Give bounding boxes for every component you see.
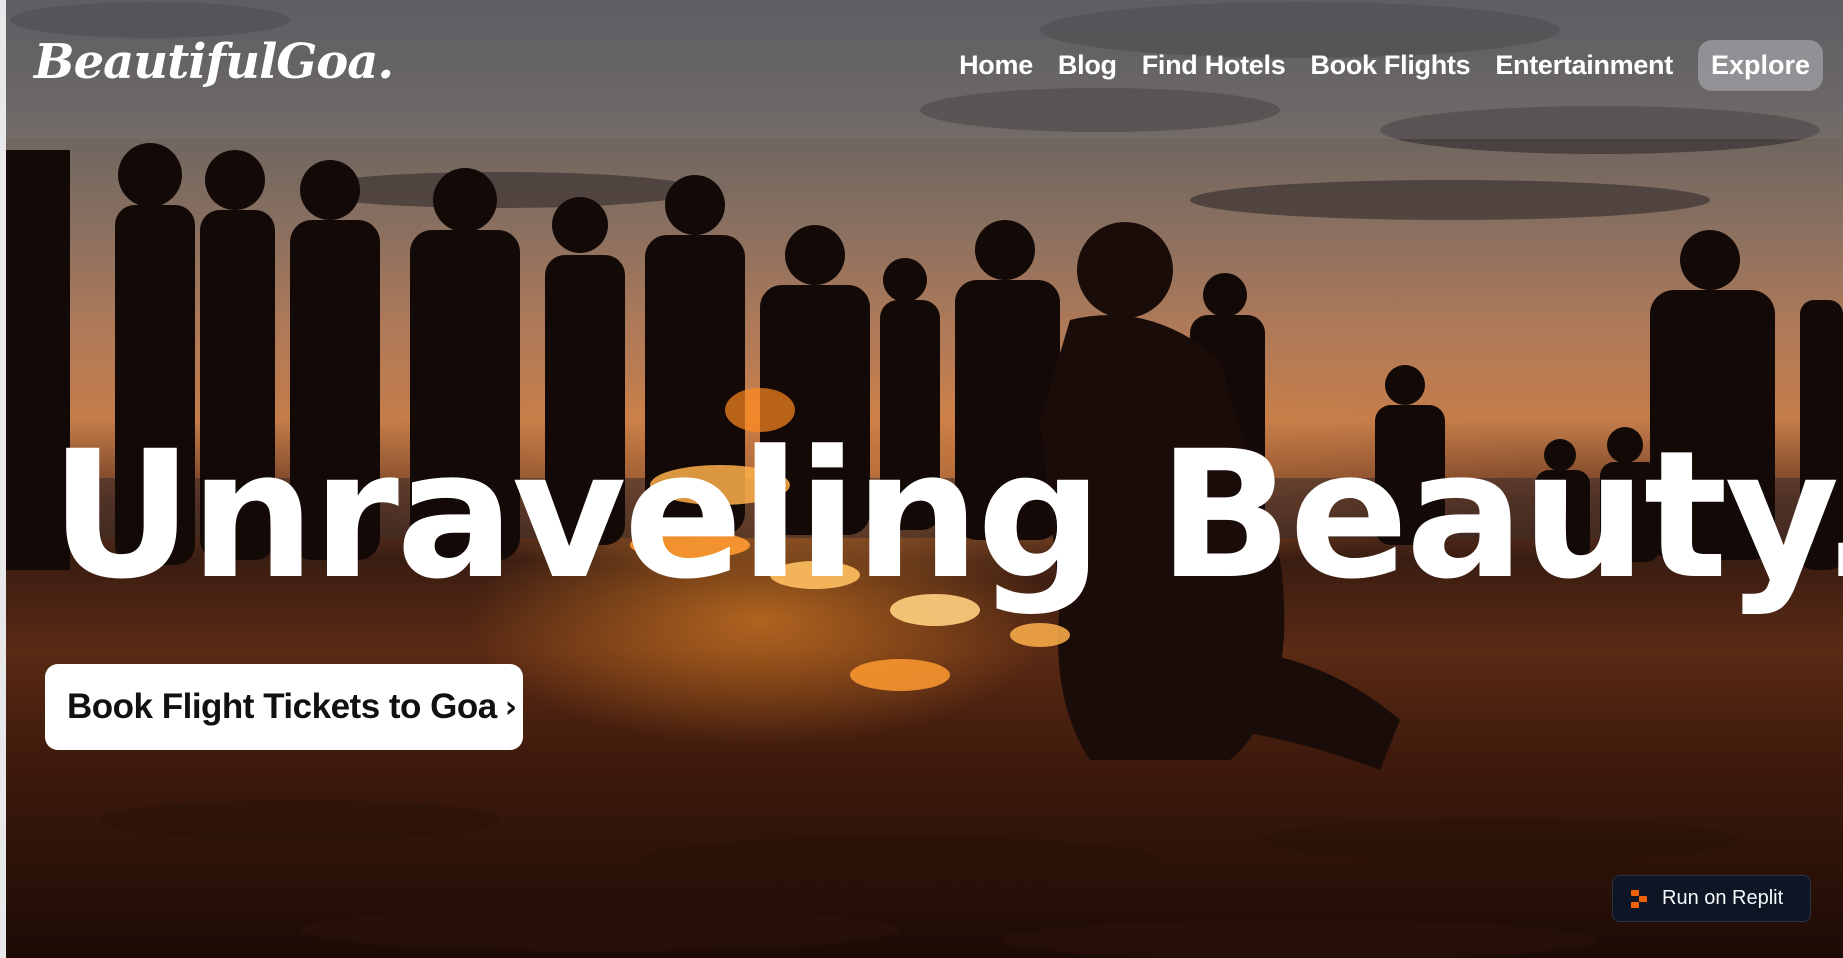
nav-entertainment-link[interactable]: Entertainment: [1495, 50, 1673, 81]
page: BeautifulGoa. Home Blog Find Hotels Book…: [0, 0, 1843, 958]
run-on-replit-badge[interactable]: Run on Replit: [1612, 875, 1811, 922]
replit-icon: [1631, 889, 1647, 908]
nav-blog-link[interactable]: Blog: [1058, 50, 1117, 81]
site-header: BeautifulGoa. Home Blog Find Hotels Book…: [0, 0, 1843, 139]
window-edge: [0, 0, 6, 958]
main-nav: Home Blog Find Hotels Book Flights Enter…: [959, 40, 1823, 91]
explore-button[interactable]: Explore: [1697, 40, 1823, 91]
hero-title: Unraveling Beauty.: [50, 412, 1843, 618]
nav-book-flights-link[interactable]: Book Flights: [1310, 50, 1470, 81]
nav-home-link[interactable]: Home: [959, 50, 1033, 81]
nav-find-hotels-link[interactable]: Find Hotels: [1142, 50, 1286, 81]
chevron-right-icon: ›: [504, 689, 518, 725]
book-flight-button-label: Book Flight Tickets to Goa: [67, 687, 497, 726]
run-on-replit-label: Run on Replit: [1662, 887, 1784, 909]
book-flight-button[interactable]: Book Flight Tickets to Goa ›: [45, 664, 523, 750]
site-logo[interactable]: BeautifulGoa.: [34, 34, 394, 90]
